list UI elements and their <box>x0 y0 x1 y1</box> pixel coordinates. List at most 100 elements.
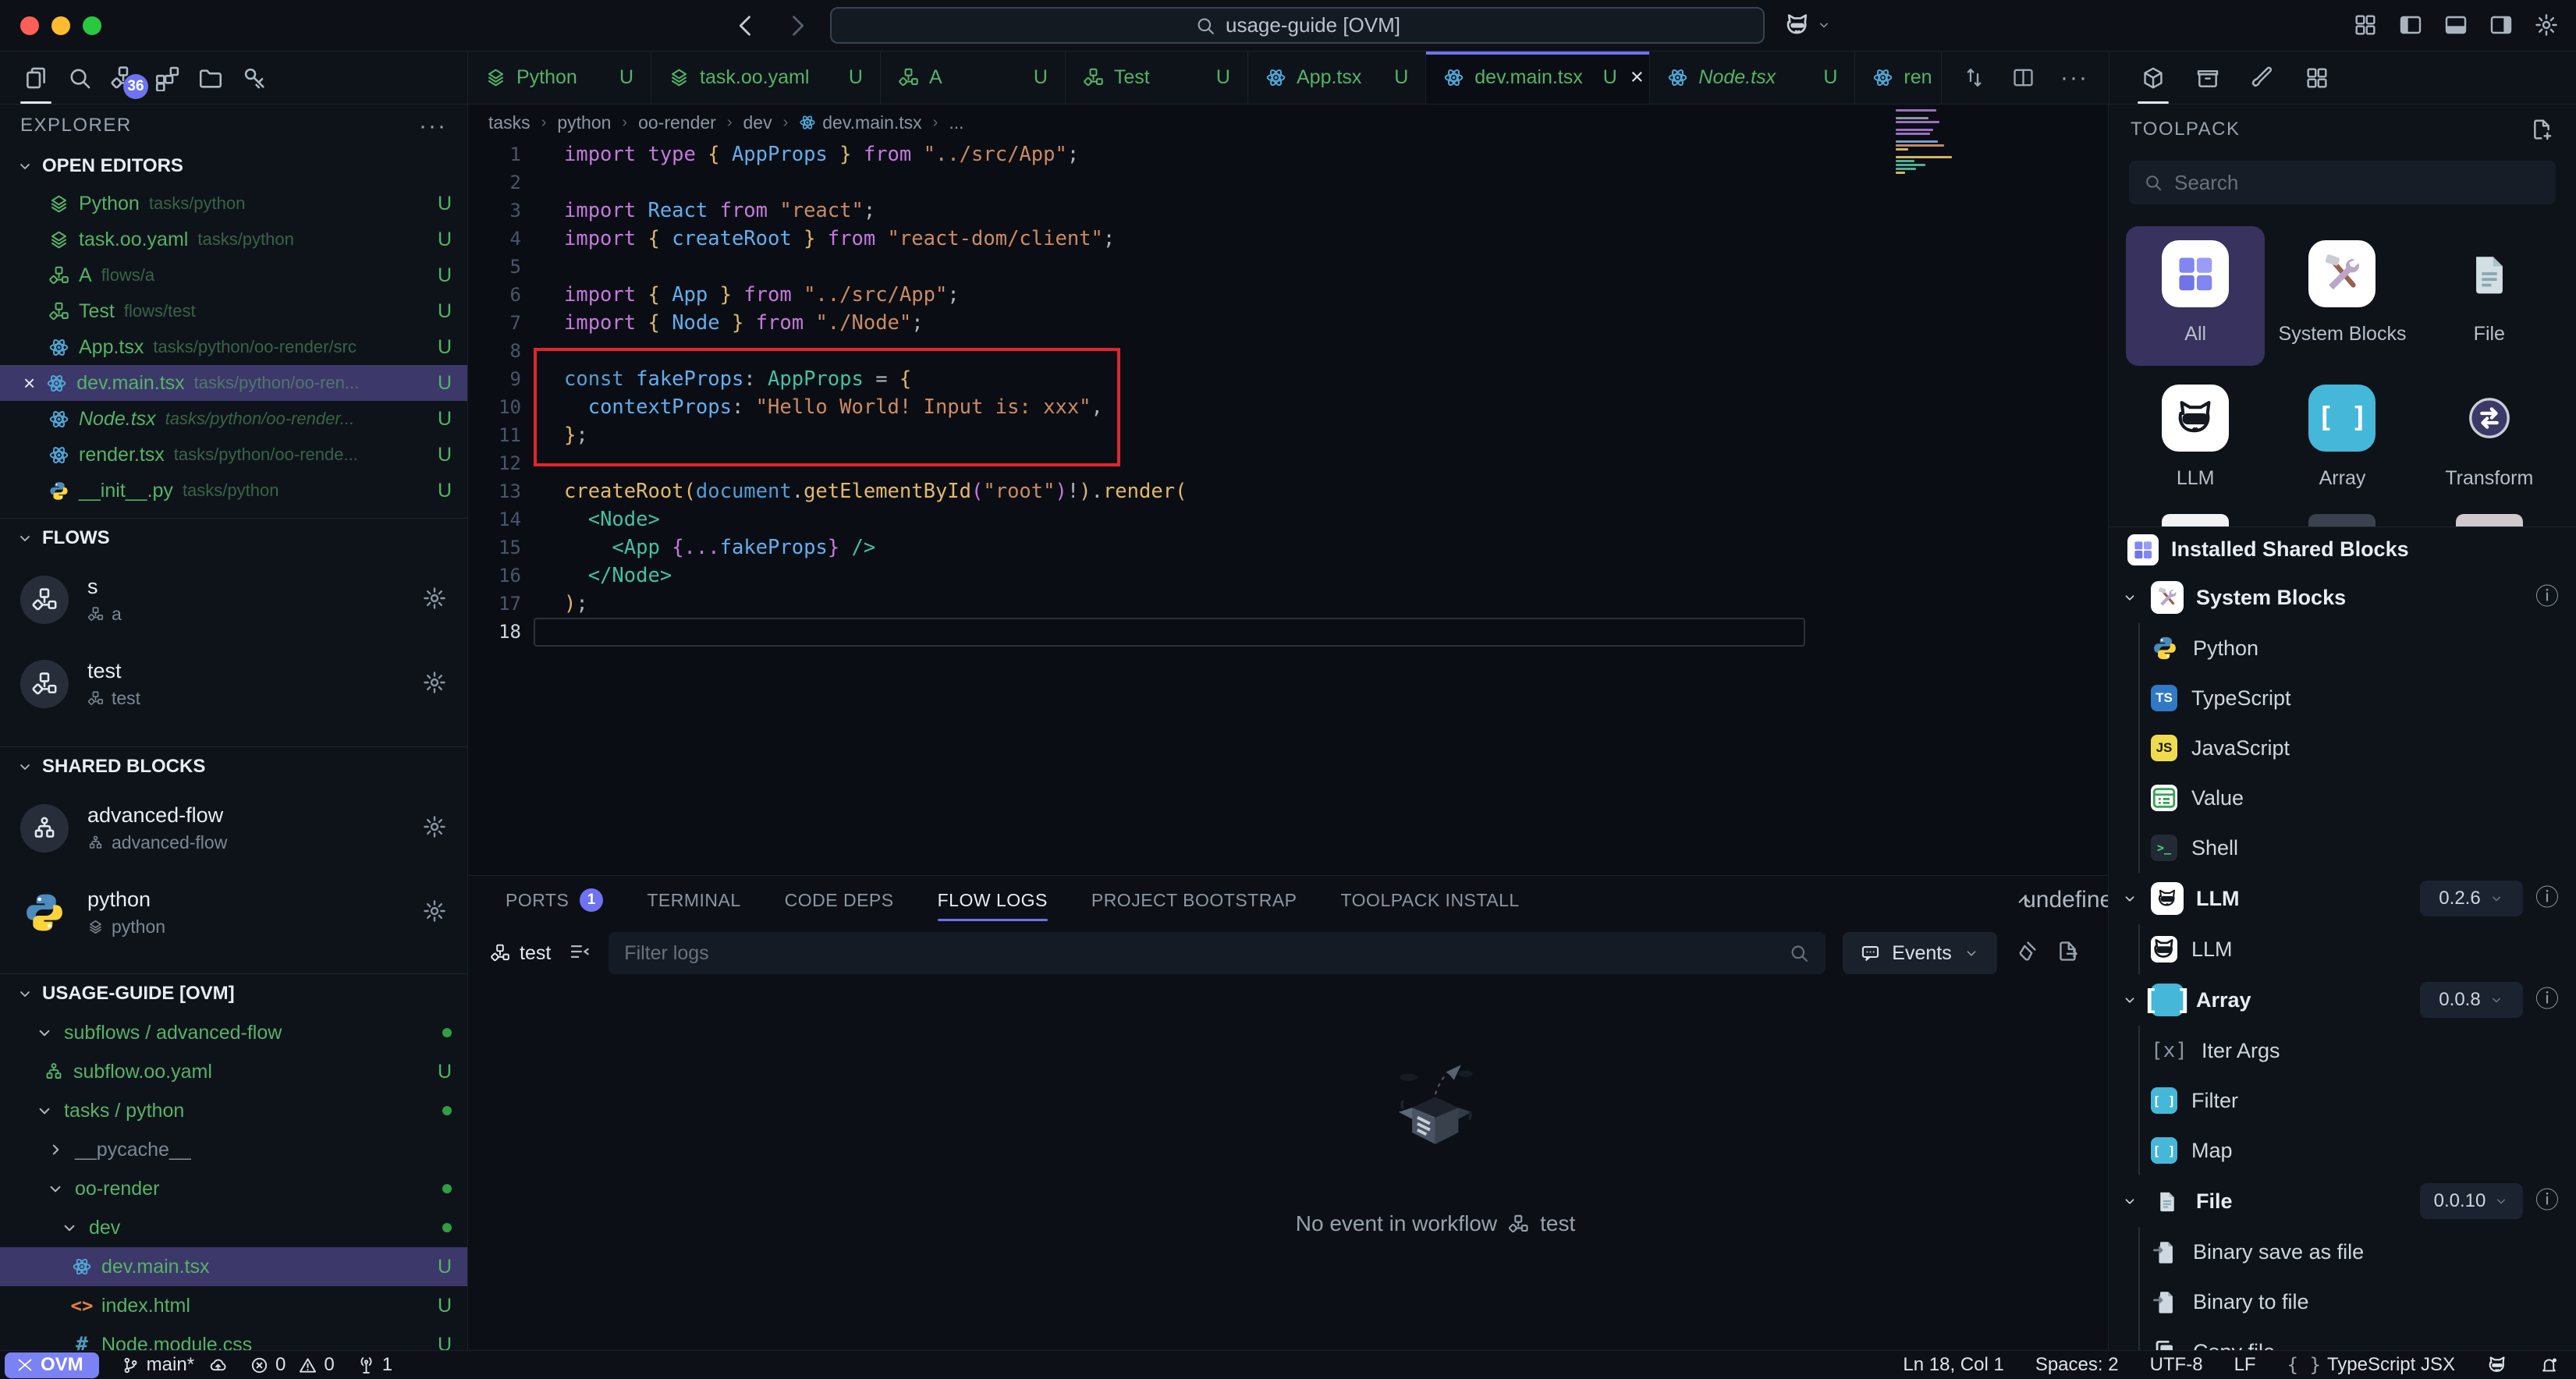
tab-app-tsx[interactable]: App.tsxU <box>1248 51 1426 104</box>
open-editor-node-tsx[interactable]: Node.tsxtasks/python/oo-render...U <box>0 401 467 437</box>
panel-tab-code-deps[interactable]: CODE DEPS <box>785 876 894 924</box>
command-center-search[interactable]: usage-guide [OVM] <box>830 7 1765 44</box>
tree-item-node-module-css[interactable]: #Node.module.cssU <box>0 1325 467 1350</box>
ports-indicator[interactable]: 1 <box>357 1354 392 1376</box>
split-editor-icon[interactable] <box>2011 66 2035 90</box>
toggle-left-sidebar-icon[interactable] <box>2398 12 2423 37</box>
open-editor-a[interactable]: Aflows/aU <box>0 257 467 293</box>
breadcrumb-item[interactable]: dev.main.tsx <box>799 112 921 133</box>
forward-icon[interactable] <box>783 12 811 40</box>
open-editors-header[interactable]: OPEN EDITORS <box>0 147 467 186</box>
code-line-17[interactable]: 17); <box>468 590 2108 618</box>
new-file-icon[interactable] <box>2529 117 2554 142</box>
block-item-llm[interactable]: LLM <box>2140 924 2576 974</box>
activity-folder[interactable] <box>189 51 232 104</box>
assistant-status[interactable] <box>2486 1354 2508 1376</box>
customize-layout-icon[interactable] <box>2353 12 2378 37</box>
code-line-6[interactable]: 6import { App } from "../src/App"; <box>468 281 2108 309</box>
tab-dev-main-tsx[interactable]: dev.main.tsxU× <box>1426 51 1650 104</box>
toggle-bottom-panel-icon[interactable] <box>2443 12 2468 37</box>
block-item-python[interactable]: Python <box>2140 623 2576 673</box>
tree-item-index-html[interactable]: <>index.htmlU <box>0 1286 467 1325</box>
code-editor[interactable]: 1import type { AppProps } from "../src/A… <box>468 140 2108 875</box>
back-icon[interactable] <box>732 12 760 40</box>
tab-node-tsx[interactable]: Node.tsxU <box>1650 51 1855 104</box>
code-line-3[interactable]: 3import React from "react"; <box>468 197 2108 225</box>
block-item-javascript[interactable]: JSJavaScript <box>2140 723 2576 773</box>
panel-tab-project-bootstrap[interactable]: PROJECT BOOTSTRAP <box>1091 876 1297 924</box>
breadcrumb-item[interactable]: tasks <box>488 112 530 133</box>
problems-indicator[interactable]: 0 0 <box>250 1354 335 1376</box>
code-line-2[interactable]: 2 <box>468 168 2108 197</box>
close-panel-icon[interactable]: undefined <box>2063 888 2086 912</box>
indentation[interactable]: Spaces: 2 <box>2035 1354 2119 1376</box>
breadcrumb-item[interactable]: python <box>557 112 611 133</box>
cursor-position[interactable]: Ln 18, Col 1 <box>1903 1354 2003 1376</box>
breadcrumb-item[interactable]: dev <box>743 112 772 133</box>
block-item-typescript[interactable]: TSTypeScript <box>2140 673 2576 723</box>
code-line-4[interactable]: 4import { createRoot } from "react-dom/c… <box>468 225 2108 253</box>
branch-indicator[interactable]: main* <box>121 1354 228 1376</box>
open-editor-render-tsx[interactable]: render.tsxtasks/python/oo-rende...U <box>0 437 467 473</box>
version-dropdown[interactable]: 0.0.8 <box>2420 982 2523 1018</box>
layout-view-button[interactable] <box>2305 51 2329 104</box>
code-line-7[interactable]: 7import { Node } from "./Node"; <box>468 309 2108 337</box>
activity-explorer[interactable] <box>14 51 58 104</box>
info-icon[interactable]: ⓘ <box>2535 1189 2559 1213</box>
assistant-menu[interactable] <box>1783 11 1832 39</box>
tab-python[interactable]: PythonU <box>468 51 651 104</box>
export-logs-button[interactable] <box>2056 939 2080 967</box>
remote-indicator[interactable]: OVM <box>5 1352 99 1378</box>
toolpack-card-array[interactable]: [ ]Array <box>2273 370 2411 510</box>
language-mode[interactable]: { } TypeScript JSX <box>2287 1354 2455 1376</box>
workspace-header[interactable]: USAGE-GUIDE [OVM] <box>0 974 467 1013</box>
panel-tab-terminal[interactable]: TERMINAL <box>647 876 740 924</box>
info-icon[interactable]: ⓘ <box>2535 887 2559 910</box>
eol[interactable]: LF <box>2234 1354 2256 1376</box>
block-item-filter[interactable]: [ ]Filter <box>2140 1076 2576 1126</box>
panel-tab-toolpack-install[interactable]: TOOLPACK INSTALL <box>1341 876 1520 924</box>
toolpack-card-all[interactable]: All <box>2126 226 2265 366</box>
breadcrumb[interactable]: tasks›python›oo-render›dev›dev.main.tsx›… <box>468 105 2108 140</box>
settings-gear-icon[interactable] <box>2534 12 2559 37</box>
open-editor-test[interactable]: Testflows/testU <box>0 293 467 329</box>
block-group-array[interactable]: [ ]Array0.0.8 ⓘ <box>2121 974 2576 1026</box>
version-dropdown[interactable]: 0.2.6 <box>2420 881 2523 916</box>
toolpack-search-input[interactable] <box>2174 171 2542 195</box>
open-editor--init-py[interactable]: __init__.pytasks/pythonU <box>0 473 467 509</box>
code-line-16[interactable]: 16 </Node> <box>468 562 2108 590</box>
tree-item-subflow-oo-yaml[interactable]: subflow.oo.yamlU <box>0 1052 467 1091</box>
close-window-button[interactable] <box>20 16 39 35</box>
list-item-python[interactable]: python python <box>0 870 467 955</box>
encoding[interactable]: UTF-8 <box>2150 1354 2203 1376</box>
toolpack-card-file[interactable]: File <box>2420 226 2559 366</box>
open-changes-icon[interactable] <box>1962 66 1986 90</box>
block-item-iter-args[interactable]: [x]Iter Args <box>2140 1026 2576 1076</box>
block-item-map[interactable]: [ ]Map <box>2140 1126 2576 1175</box>
block-group-llm[interactable]: LLM0.2.6 ⓘ <box>2121 873 2576 924</box>
breadcrumb-item[interactable]: ... <box>949 112 963 133</box>
activity-search[interactable] <box>58 51 101 104</box>
brush-view-button[interactable] <box>2250 51 2275 104</box>
zoom-window-button[interactable] <box>83 16 101 35</box>
settings-gear-icon[interactable] <box>422 670 447 699</box>
open-editor-app-tsx[interactable]: App.tsxtasks/python/oo-render/srcU <box>0 329 467 365</box>
flow-context[interactable]: test <box>490 942 551 965</box>
filter-logs-input[interactable] <box>624 942 1788 965</box>
more-actions-icon[interactable]: ··· <box>2060 72 2088 83</box>
block-item-shell[interactable]: >_Shell <box>2140 823 2576 873</box>
tree-item-dev-main-tsx[interactable]: dev.main.tsxU <box>0 1247 467 1286</box>
code-line-5[interactable]: 5 <box>468 253 2108 281</box>
list-item-s[interactable]: s a <box>0 558 467 642</box>
tree-item-dev[interactable]: dev <box>0 1208 467 1247</box>
minimize-window-button[interactable] <box>51 16 70 35</box>
activity-flows[interactable]: 36 <box>101 51 145 104</box>
version-dropdown[interactable]: 0.0.10 <box>2420 1183 2523 1219</box>
tree-item-tasks-python[interactable]: tasks / python <box>0 1091 467 1130</box>
breadcrumb-item[interactable]: oo-render <box>638 112 716 133</box>
tree-item--pycache-[interactable]: __pycache__ <box>0 1130 467 1169</box>
list-item-advanced-flow[interactable]: advanced-flow advanced-flow <box>0 786 467 870</box>
notifications[interactable] <box>2539 1356 2559 1375</box>
tree-item-subflows-advanced-flow[interactable]: subflows / advanced-flow <box>0 1013 467 1052</box>
toolpack-view-button[interactable] <box>2141 51 2166 104</box>
